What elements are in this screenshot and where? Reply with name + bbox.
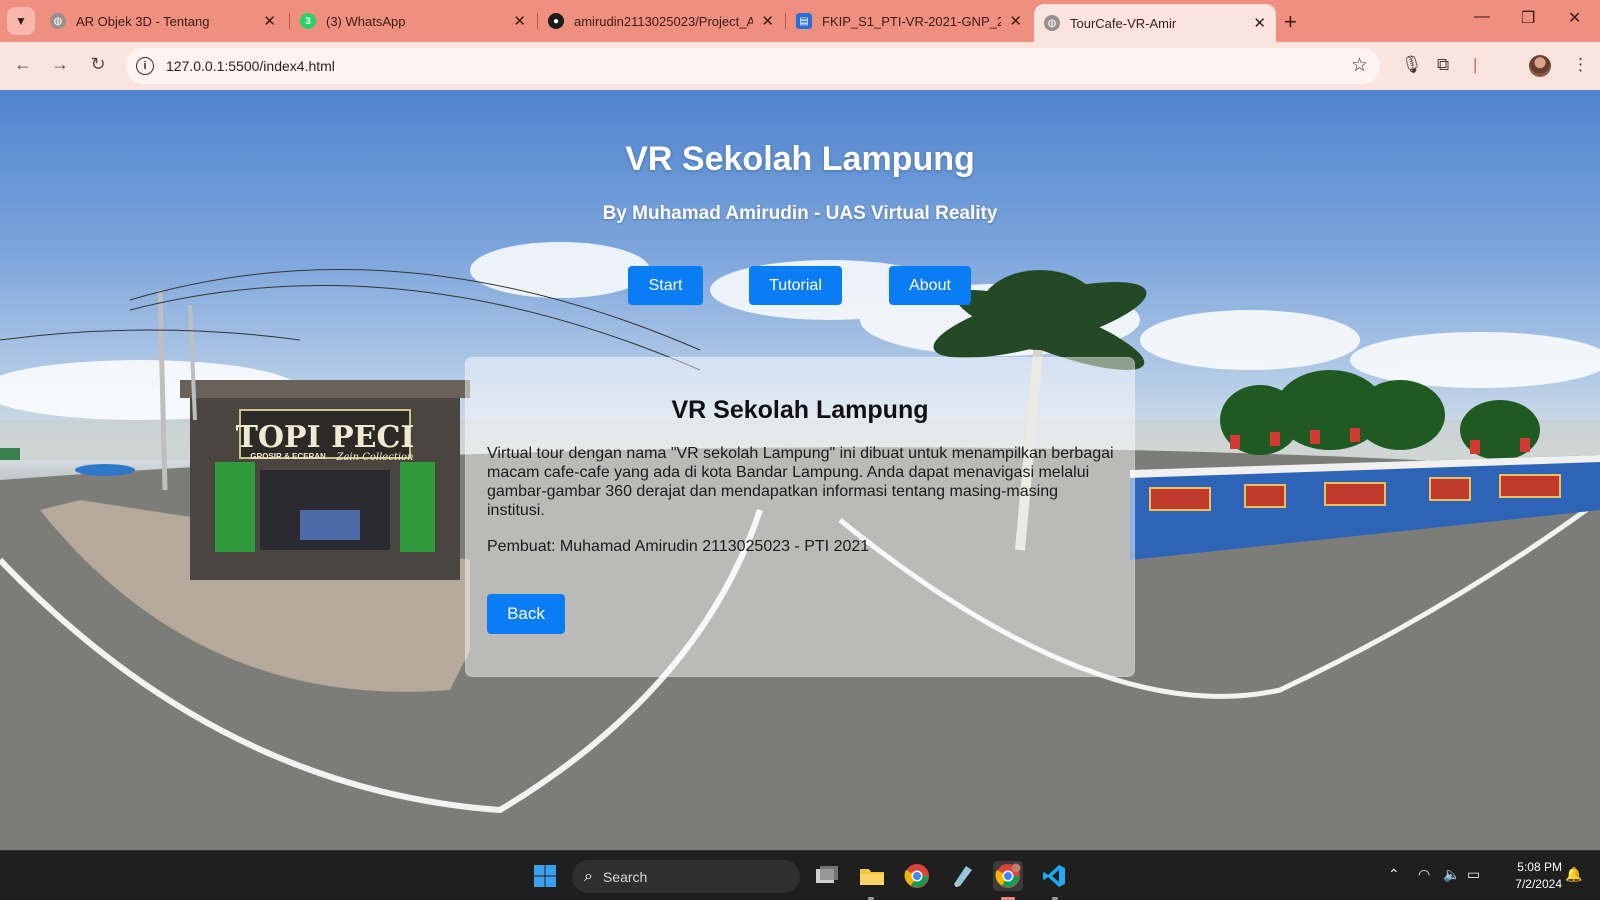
tab-github[interactable]: ● amirudin2113025023/Project_A ✕ xyxy=(538,6,784,36)
tab-whatsapp[interactable]: 3 (3) WhatsApp ✕ xyxy=(290,6,536,36)
start-button[interactable]: Start xyxy=(628,266,703,305)
about-button[interactable]: About xyxy=(889,266,971,305)
clock-time: 5:08 PM xyxy=(1517,860,1562,874)
profile-avatar[interactable] xyxy=(1529,55,1551,77)
clock-date: 7/2/2024 xyxy=(1515,877,1562,891)
task-view-icon[interactable] xyxy=(812,861,842,891)
browser-toolbar: ← → ↻ i 127.0.0.1:5500/index4.html ☆ 🎙 ⧉… xyxy=(0,42,1600,90)
whatsapp-badge: 3 xyxy=(305,15,311,27)
close-icon[interactable]: ✕ xyxy=(761,12,774,30)
tab-ar-objek[interactable]: ◍ AR Objek 3D - Tentang ✕ xyxy=(40,6,286,36)
vscode-icon[interactable] xyxy=(1039,861,1069,891)
battery-icon[interactable]: ▭ xyxy=(1467,866,1480,883)
tab-fkip[interactable]: ▤ FKIP_S1_PTI-VR-2021-GNP_232 ✕ xyxy=(786,6,1032,36)
back-arrow-icon[interactable]: ← xyxy=(11,54,35,75)
card-author: Pembuat: Muhamad Amirudin 2113025023 - P… xyxy=(487,538,870,555)
tab-title: TourCafe-VR-Amir xyxy=(1070,15,1177,31)
page-subtitle: By Muhamad Amirudin - UAS Virtual Realit… xyxy=(602,203,998,224)
tab-tourcafe[interactable]: ◍ TourCafe-VR-Amir ✕ xyxy=(1034,4,1276,42)
globe-icon: ◍ xyxy=(1044,15,1060,31)
browser-tabstrip: ▼ ◍ AR Objek 3D - Tentang ✕ 3 (3) WhatsA… xyxy=(0,0,1600,42)
close-icon[interactable]: ✕ xyxy=(263,12,276,30)
chevron-down-icon: ▼ xyxy=(15,14,27,28)
close-icon[interactable]: ✕ xyxy=(513,12,526,30)
back-button[interactable]: Back xyxy=(487,594,565,634)
chrome-icon[interactable] xyxy=(902,861,932,891)
volume-icon[interactable]: 🔈 xyxy=(1443,866,1460,883)
card-description: Virtual tour dengan nama "VR sekolah Lam… xyxy=(487,445,1114,519)
shop-sign-text: TOPI PECI xyxy=(236,420,415,455)
notes-app-icon[interactable] xyxy=(947,861,977,891)
tab-title: (3) WhatsApp xyxy=(326,13,406,29)
url-text: 127.0.0.1:5500/index4.html xyxy=(166,58,335,74)
search-placeholder: Search xyxy=(602,868,648,885)
tab-title: FKIP_S1_PTI-VR-2021-GNP_232 xyxy=(822,13,1002,29)
toolbar-divider: | xyxy=(1473,55,1478,74)
github-icon: ● xyxy=(548,13,564,29)
site-info-icon[interactable]: i xyxy=(136,57,154,75)
extensions-icon[interactable]: ⧉ xyxy=(1437,55,1449,75)
page-title: VR Sekolah Lampung xyxy=(625,140,975,178)
reload-icon[interactable]: ↻ xyxy=(86,54,110,75)
windows-start-icon[interactable] xyxy=(530,861,560,891)
about-card: VR Sekolah Lampung Virtual tour dengan n… xyxy=(466,358,1134,676)
page-viewport: TOPI PECI GROSIR & ECERAN Zain Collectio… xyxy=(0,90,1600,850)
bookmark-star-icon[interactable]: ☆ xyxy=(1351,54,1368,77)
windows-taskbar: ⌕ Search ⌃ ◠ 🔈 ▭ 5:08 PM 7/2/2024 🔔 xyxy=(0,850,1600,900)
tab-title: amirudin2113025023/Project_A xyxy=(574,13,754,29)
globe-icon: ◍ xyxy=(50,13,66,29)
close-icon[interactable]: ✕ xyxy=(1253,14,1266,32)
taskbar-search[interactable]: ⌕ Search xyxy=(572,860,800,893)
window-close-icon[interactable]: ✕ xyxy=(1568,8,1581,28)
show-hidden-icons-icon[interactable]: ⌃ xyxy=(1388,866,1400,883)
minimize-icon[interactable]: — xyxy=(1474,8,1490,26)
wifi-icon[interactable]: ◠ xyxy=(1418,866,1430,883)
system-clock[interactable]: 5:08 PM 7/2/2024 xyxy=(1500,859,1562,893)
document-icon: ▤ xyxy=(796,13,812,29)
card-title: VR Sekolah Lampung xyxy=(671,396,929,424)
file-explorer-icon[interactable] xyxy=(857,861,887,891)
notification-bell-icon[interactable]: 🔔 xyxy=(1565,866,1582,883)
close-icon[interactable]: ✕ xyxy=(1009,12,1022,30)
whatsapp-icon: 3 xyxy=(300,13,316,29)
restore-icon[interactable]: ❐ xyxy=(1521,8,1535,28)
tab-search-button[interactable]: ▼ xyxy=(7,7,35,35)
new-tab-button[interactable]: + xyxy=(1284,9,1297,35)
tutorial-button[interactable]: Tutorial xyxy=(749,266,842,305)
microphone-icon[interactable]: 🎙 xyxy=(1401,55,1423,75)
tab-title: AR Objek 3D - Tentang xyxy=(76,13,210,29)
forward-arrow-icon[interactable]: → xyxy=(48,54,72,75)
shop-sign-sub-left: GROSIR & ECERAN xyxy=(250,452,326,461)
chrome-profile-icon[interactable] xyxy=(993,861,1023,891)
menu-kebab-icon[interactable]: ⋮ xyxy=(1572,55,1589,75)
address-bar[interactable]: i 127.0.0.1:5500/index4.html ☆ xyxy=(126,48,1380,84)
search-icon: ⌕ xyxy=(584,867,593,885)
shop-sign-sub-right: Zain Collection xyxy=(336,452,414,463)
